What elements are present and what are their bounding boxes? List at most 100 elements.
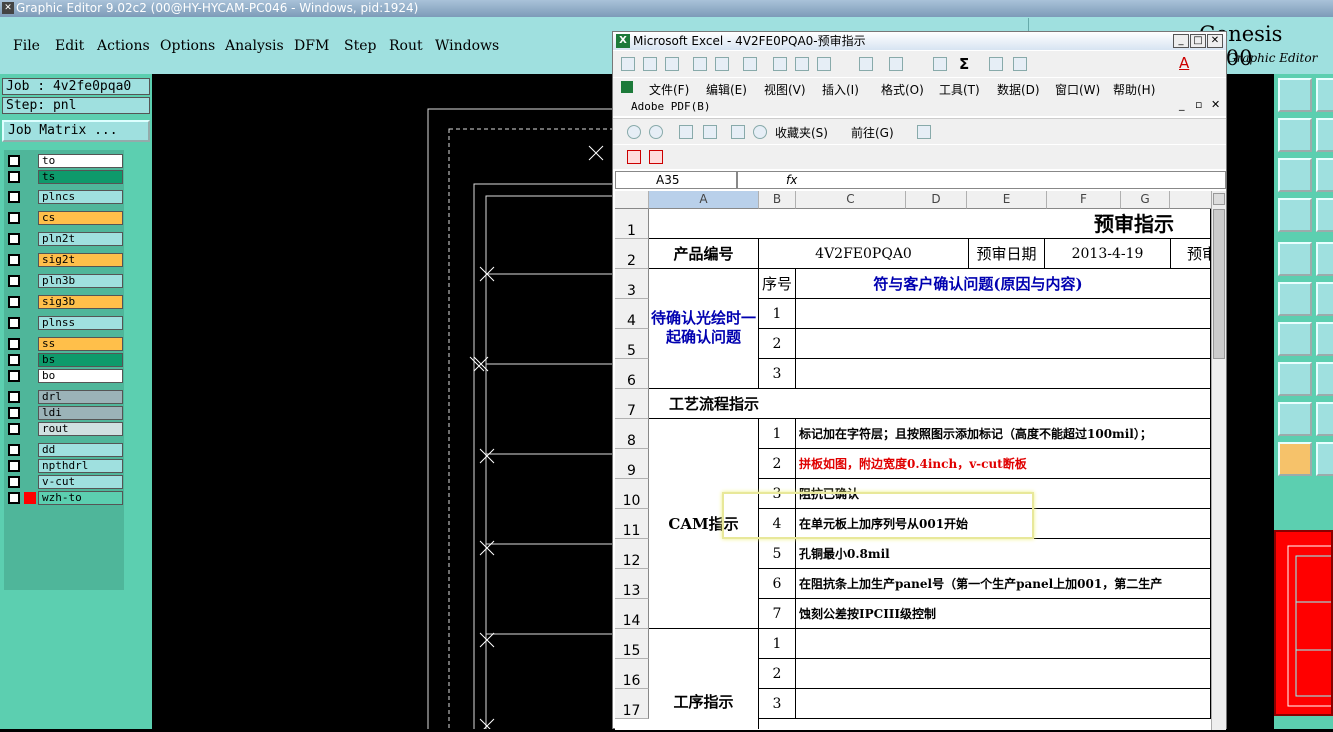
cam-item-number[interactable]: 2 — [759, 449, 796, 479]
sort-asc-icon[interactable] — [989, 57, 1003, 71]
confirm-number[interactable]: 2 — [759, 329, 796, 359]
minimize-button[interactable]: _ — [1173, 34, 1189, 48]
layer-name[interactable]: pln2t — [38, 232, 123, 246]
layer-name[interactable]: ss — [38, 337, 123, 351]
layer-name[interactable]: ldi — [38, 406, 123, 420]
layer-row-bo[interactable]: bo — [6, 369, 123, 383]
menu-file[interactable]: File — [13, 38, 40, 54]
layer-row-plncs[interactable]: plncs — [6, 190, 123, 204]
vertical-scrollbar[interactable] — [1211, 191, 1226, 730]
cam-item-number[interactable]: 6 — [759, 569, 796, 599]
name-box[interactable]: A35 — [615, 171, 737, 189]
cam-item-text[interactable]: 蚀刻公差按IPCIII级控制 — [796, 599, 1211, 629]
cam-item-text[interactable]: 孔铜最小0.8mil — [796, 539, 1211, 569]
layer-row-rout[interactable]: rout — [6, 422, 123, 436]
favorites-menu[interactable]: 收藏夹(S) — [775, 124, 828, 141]
cam-item-text[interactable]: 在阻抗条上加生产panel号（第一个生产panel上加001，第二生产 — [796, 569, 1211, 599]
spell-icon[interactable] — [743, 57, 757, 71]
preview-icon[interactable] — [715, 57, 729, 71]
column-header-blank[interactable] — [1170, 191, 1211, 209]
work-item-number[interactable]: 1 — [759, 629, 796, 659]
layer-row-ss[interactable]: ss — [6, 337, 123, 351]
adobe-pdf-menu[interactable]: Adobe PDF(B) — [631, 100, 710, 113]
copy-icon[interactable] — [795, 57, 809, 71]
row-header[interactable]: 7 — [615, 389, 649, 419]
work-item-content[interactable] — [796, 689, 1211, 719]
layer-checkbox[interactable] — [8, 254, 20, 266]
layer-row-wzh-to[interactable]: wzh-to — [6, 491, 123, 505]
formula-bar[interactable]: fx — [737, 171, 1226, 189]
tool-copy-icon[interactable] — [1316, 78, 1333, 112]
layer-checkbox[interactable] — [8, 370, 20, 382]
layer-row-pln2t[interactable]: pln2t — [6, 232, 123, 246]
layer-checkbox[interactable] — [8, 212, 20, 224]
refresh-icon[interactable] — [703, 125, 717, 139]
menu-edit-cn[interactable]: 编辑(E) — [706, 81, 747, 98]
menu-view-cn[interactable]: 视图(V) — [764, 81, 806, 98]
layer-row-plnss[interactable]: plnss — [6, 316, 123, 330]
layer-checkbox[interactable] — [8, 155, 20, 167]
confirm-content[interactable] — [796, 359, 1211, 389]
column-header[interactable]: B — [759, 191, 796, 209]
tool-extra-icon[interactable] — [1316, 442, 1333, 476]
layer-checkbox[interactable] — [8, 492, 20, 504]
sheet-title[interactable]: 预审指示 — [649, 209, 1211, 239]
menu-data-cn[interactable]: 数据(D) — [997, 81, 1040, 98]
layer-checkbox[interactable] — [8, 407, 20, 419]
confirm-content[interactable] — [796, 329, 1211, 359]
job-matrix-button[interactable]: Job Matrix ... — [2, 120, 150, 142]
seq-label[interactable]: 序号 — [759, 269, 796, 299]
goto-menu[interactable]: 前往(G) — [851, 124, 894, 141]
layer-checkbox[interactable] — [8, 338, 20, 350]
work-item-number[interactable]: 2 — [759, 659, 796, 689]
layer-name[interactable]: ts — [38, 170, 123, 184]
print-icon[interactable] — [693, 57, 707, 71]
product-label[interactable]: 产品编号 — [649, 239, 759, 269]
column-header[interactable]: F — [1047, 191, 1121, 209]
layer-checkbox[interactable] — [8, 296, 20, 308]
tool-pointer-icon[interactable] — [1278, 442, 1312, 476]
tool-drc-icon[interactable] — [1278, 402, 1312, 436]
row-header[interactable]: 14 — [615, 599, 649, 629]
menu-rout[interactable]: Rout — [389, 38, 423, 54]
layer-name[interactable]: plnss — [38, 316, 123, 330]
tool-measure-icon[interactable] — [1278, 362, 1312, 396]
tool-zoom-icon[interactable] — [1278, 118, 1312, 152]
layer-checkbox[interactable] — [8, 476, 20, 488]
layer-checkbox[interactable] — [8, 423, 20, 435]
menu-insert-cn[interactable]: 插入(I) — [822, 81, 859, 98]
layer-name[interactable]: npthdrl — [38, 459, 123, 473]
confirm-number[interactable]: 3 — [759, 359, 796, 389]
tool-line-icon[interactable] — [1316, 322, 1333, 356]
menu-actions[interactable]: Actions — [97, 38, 150, 54]
layer-checkbox[interactable] — [8, 171, 20, 183]
work-label[interactable]: 工序指示 — [649, 629, 759, 729]
spreadsheet-grid[interactable]: A B C D E F G 1 2 3 4 5 6 7 8 9 10 11 12 13 14 15 16 17 预审指示 产品编号… — [615, 191, 1211, 730]
menu-edit[interactable]: Edit — [55, 38, 84, 54]
confirm-number[interactable]: 1 — [759, 299, 796, 329]
layer-name[interactable]: rout — [38, 422, 123, 436]
hyperlink-icon[interactable] — [933, 57, 947, 71]
search-web-icon[interactable] — [753, 125, 767, 139]
menu-file-cn[interactable]: 文件(F) — [649, 81, 689, 98]
layer-row-pln3b[interactable]: pln3b — [6, 274, 123, 288]
layer-name[interactable]: bs — [38, 353, 123, 367]
web-toggle-icon[interactable] — [917, 125, 931, 139]
tool-net-icon[interactable] — [1278, 282, 1312, 316]
row-header[interactable]: 2 — [615, 239, 649, 269]
layer-name[interactable]: sig3b — [38, 295, 123, 309]
column-header[interactable]: G — [1121, 191, 1170, 209]
row-header[interactable]: 1 — [615, 209, 649, 239]
tool-open-icon[interactable] — [1278, 78, 1312, 112]
cam-item-number[interactable]: 1 — [759, 419, 796, 449]
open-icon[interactable] — [643, 57, 657, 71]
layer-name[interactable]: v-cut — [38, 475, 123, 489]
select-all-corner[interactable] — [615, 191, 649, 209]
column-header[interactable]: E — [967, 191, 1047, 209]
layer-row-npthdrl[interactable]: npthdrl — [6, 459, 123, 473]
row-header[interactable]: 8 — [615, 419, 649, 449]
pdf-convert-icon[interactable] — [627, 150, 641, 164]
scroll-thumb[interactable] — [1213, 209, 1225, 359]
home-icon[interactable] — [731, 125, 745, 139]
date-next[interactable]: 预审 — [1171, 239, 1211, 269]
